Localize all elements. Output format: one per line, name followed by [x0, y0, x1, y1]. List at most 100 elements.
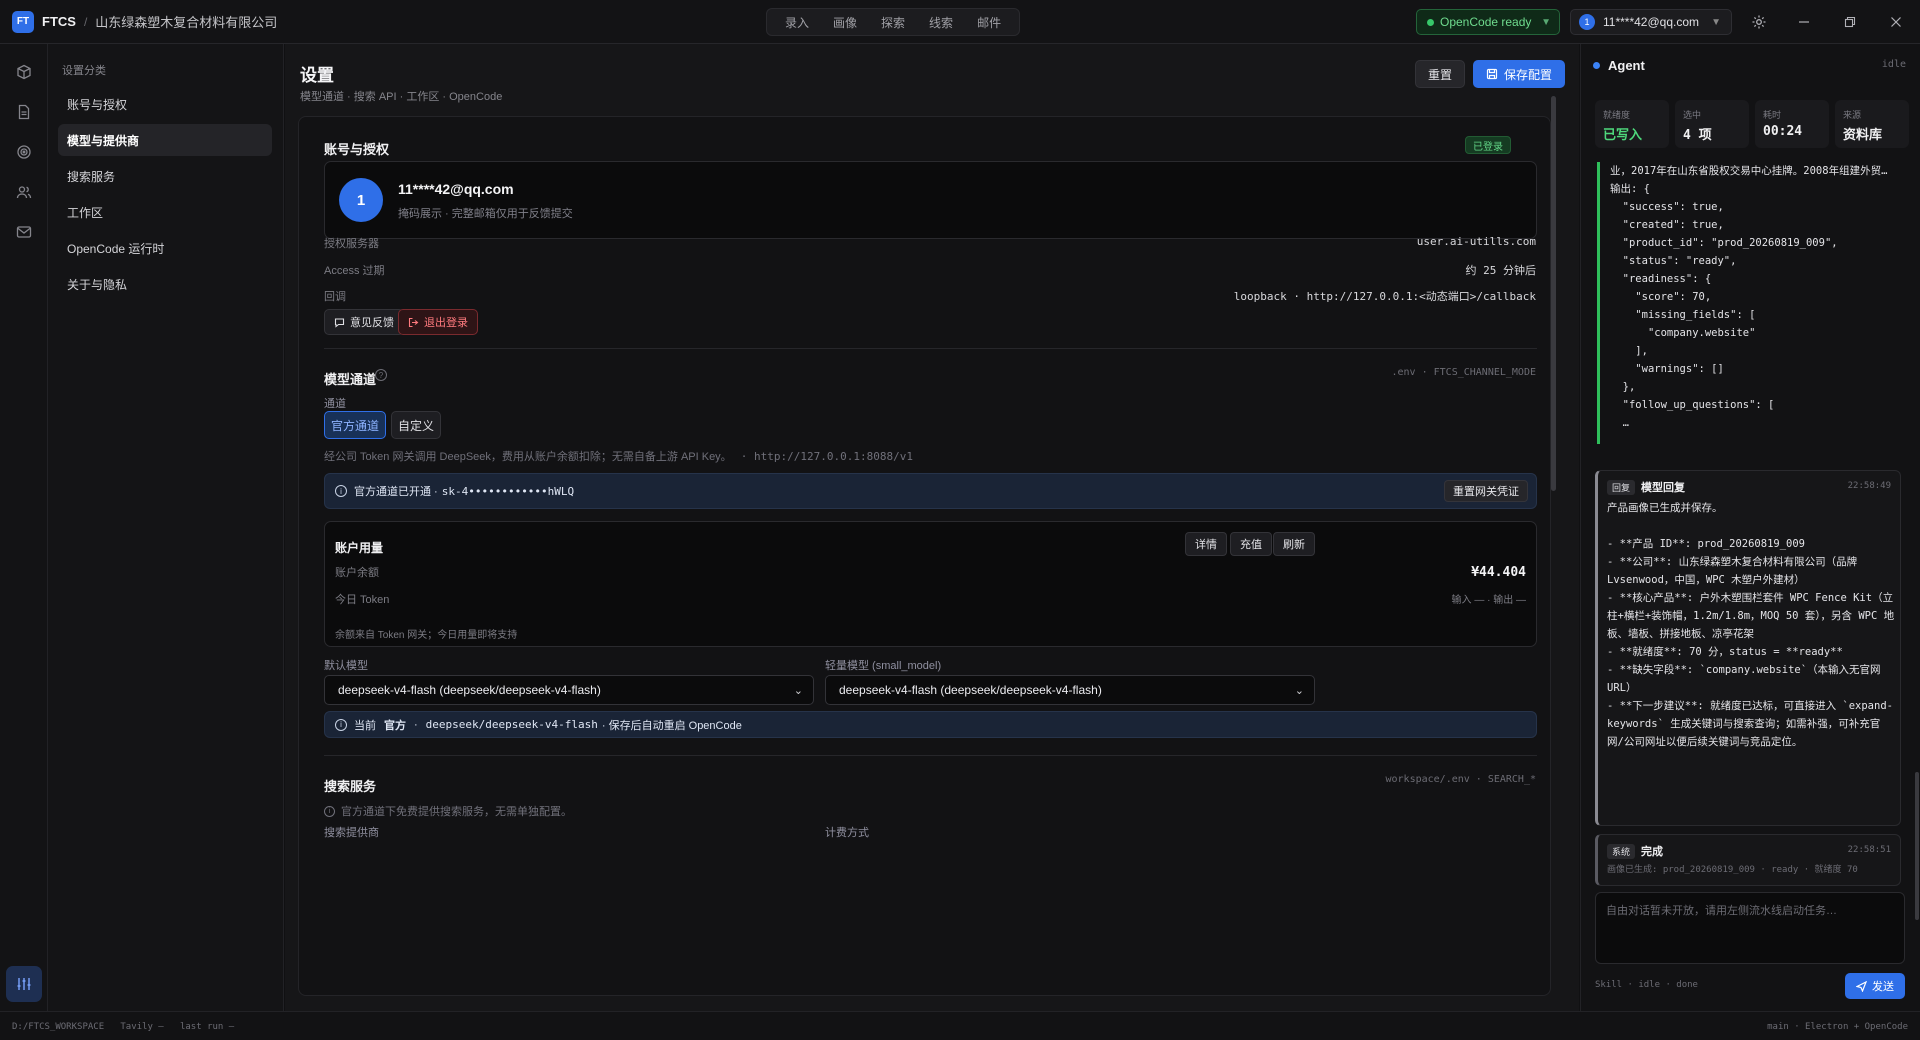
gateway-key: sk-4••••••••••••hWLQ	[441, 484, 575, 498]
top-nav-item[interactable]: 线索	[917, 14, 965, 31]
search-note-text: 官方通道下免费提供搜索服务，无需单独配置。	[341, 806, 572, 818]
agent-scrollbar[interactable]	[1915, 772, 1919, 920]
help-icon[interactable]: ?	[375, 369, 387, 381]
opencode-status-button[interactable]: OpenCode ready ▼	[1416, 9, 1560, 35]
callback-label: 回调	[324, 291, 346, 303]
reset-gateway-credential-button[interactable]: 重置网关凭证	[1444, 480, 1528, 502]
stat-readiness: 就绪度 已写入	[1595, 100, 1669, 148]
auth-server-label: 授权服务器	[324, 238, 379, 250]
top-nav-item[interactable]: 探索	[869, 14, 917, 31]
current-model-bar: i 当前 官方 · deepseek/deepseek-v4-flash · 保…	[324, 711, 1537, 738]
top-nav-item[interactable]: 邮件	[965, 14, 1013, 31]
chevron-down-icon: ⌄	[793, 685, 803, 697]
stat-label: 就绪度	[1603, 110, 1631, 120]
recharge-button[interactable]: 充值	[1230, 532, 1272, 556]
reply-body: 产品画像已生成并保存。 - **产品 ID**: prod_20260819_0…	[1607, 502, 1895, 748]
settings-gear-icon[interactable]	[1747, 10, 1771, 34]
account-card: 1 11****42@qq.com 掩码展示 · 完整邮箱仅用于反馈提交	[324, 161, 1537, 239]
small-model-select[interactable]: deepseek-v4-flash (deepseek/deepseek-v4-…	[825, 675, 1315, 705]
agent-status: idle	[1881, 59, 1906, 70]
system-time: 22:58:51	[1847, 845, 1891, 855]
icon-rail	[0, 44, 48, 1011]
logout-icon	[408, 317, 419, 327]
usage-details-button[interactable]: 详情	[1185, 532, 1227, 556]
account-hint: 掩码展示 · 完整邮箱仅用于反馈提交	[398, 208, 573, 220]
access-expiry-label: Access 过期	[324, 265, 385, 277]
composer-footer: Skill · idle · done	[1595, 980, 1698, 990]
top-nav-item[interactable]: 录入	[773, 14, 821, 31]
tool-output-text: 业，2017年在山东省股权交易中心挂牌。2008年组建外贸… 输出: { "su…	[1610, 165, 1888, 429]
agent-panel: Agent idle 就绪度 已写入 选中 4 项 耗时 00:24 来源 资料…	[1580, 44, 1920, 1011]
users-icon[interactable]	[12, 180, 36, 204]
channel-endpoint: · http://127.0.0.1:8088/v1	[740, 450, 913, 463]
app-brand: FTCS	[42, 14, 76, 29]
send-button[interactable]: 发送	[1845, 973, 1905, 999]
search-provider-label: 搜索提供商	[324, 827, 379, 839]
feedback-button[interactable]: 意见反馈	[324, 309, 404, 335]
stat-value: 已写入	[1603, 127, 1643, 142]
sidebar-item-account[interactable]: 账号与授权	[58, 88, 272, 120]
document-icon[interactable]	[12, 100, 36, 124]
user-menu-button[interactable]: 1 11****42@qq.com ▼	[1570, 9, 1732, 35]
settings-main: 设置 模型通道 · 搜索 API · 工作区 · OpenCode 重置 保存配…	[285, 44, 1579, 1011]
sidebar-item-workspace[interactable]: 工作区	[58, 196, 272, 228]
logout-button[interactable]: 退出登录	[398, 309, 478, 335]
divider	[324, 348, 1537, 349]
sidebar-item-search[interactable]: 搜索服务	[58, 160, 272, 192]
settings-sliders-icon[interactable]	[6, 966, 42, 1002]
company-name: 山东绿森塑木复合材料有限公司	[95, 15, 278, 30]
status-dot-icon	[1427, 18, 1434, 26]
channel-label: 通道	[324, 398, 346, 410]
close-icon[interactable]	[1884, 10, 1908, 34]
sidebar-item-opencode-runtime[interactable]: OpenCode 运行时	[58, 232, 272, 264]
stat-source: 来源 资料库	[1835, 100, 1909, 148]
mail-icon[interactable]	[12, 220, 36, 244]
top-nav-item[interactable]: 画像	[821, 14, 869, 31]
token-label: 今日 Token	[335, 594, 390, 606]
current-channel: 官方	[384, 719, 406, 732]
sidebar-item-about-privacy[interactable]: 关于与隐私	[58, 268, 272, 300]
balance-label: 账户余额	[335, 567, 379, 579]
minimize-icon[interactable]	[1792, 10, 1816, 34]
current-prefix: 当前	[354, 719, 376, 732]
status-badge: 已登录	[1465, 136, 1511, 154]
refresh-button[interactable]: 刷新	[1273, 532, 1315, 556]
channel-option-custom[interactable]: 自定义	[391, 411, 441, 439]
channel-option-official[interactable]: 官方通道	[324, 411, 386, 439]
breadcrumb-separator: /	[83, 14, 88, 29]
current-suffix: · 保存后自动重启 OpenCode	[601, 719, 742, 732]
divider	[324, 755, 1537, 756]
save-config-button[interactable]: 保存配置	[1473, 60, 1565, 88]
system-tag: 系统	[1607, 843, 1636, 859]
chevron-down-icon: ⌄	[1294, 685, 1304, 697]
channel-description-text: 经公司 Token 网关调用 DeepSeek，费用从账户余额扣除；无需自备上游…	[324, 451, 732, 463]
default-model-value: deepseek-v4-flash (deepseek/deepseek-v4-…	[338, 683, 601, 697]
model-env-note: .env · FTCS_CHANNEL_MODE	[1391, 367, 1537, 378]
default-model-select[interactable]: deepseek-v4-flash (deepseek/deepseek-v4-…	[324, 675, 814, 705]
user-email: 11****42@qq.com	[1603, 15, 1700, 29]
sidebar-item-models[interactable]: 模型与提供商	[58, 124, 272, 156]
stat-label: 来源	[1843, 110, 1862, 120]
restore-icon[interactable]	[1838, 10, 1862, 34]
reset-button[interactable]: 重置	[1415, 60, 1465, 88]
chevron-down-icon: ▼	[1711, 16, 1721, 28]
avatar: 1	[339, 178, 383, 222]
package-icon[interactable]	[12, 60, 36, 84]
agent-title: Agent	[1608, 58, 1645, 73]
stat-elapsed: 耗时 00:24	[1755, 100, 1829, 148]
top-bar: FT FTCS / 山东绿森塑木复合材料有限公司 录入 画像 探索 线索 邮件 …	[0, 0, 1920, 44]
reply-header: 回复 模型回复	[1607, 479, 1685, 495]
info-icon: i	[324, 805, 335, 817]
feedback-label: 意见反馈	[350, 317, 394, 329]
chat-input[interactable]: 自由对话暂未开放，请用左侧流水线启动任务…	[1595, 892, 1905, 964]
default-model-label: 默认模型	[324, 660, 368, 672]
tool-output-log: 业，2017年在山东省股权交易中心挂牌。2008年组建外贸… 输出: { "su…	[1597, 162, 1897, 444]
current-model: deepseek/deepseek-v4-flash	[425, 718, 598, 731]
radar-icon[interactable]	[12, 140, 36, 164]
agent-status-dot-icon	[1593, 62, 1600, 69]
settings-category-sidebar: 设置分类 账号与授权 模型与提供商 搜索服务 工作区 OpenCode 运行时 …	[48, 44, 284, 1011]
main-scrollbar[interactable]	[1551, 96, 1556, 491]
reply-time: 22:58:49	[1847, 481, 1891, 491]
reply-tag: 回复	[1607, 479, 1636, 495]
system-header: 系统 完成	[1607, 843, 1663, 859]
